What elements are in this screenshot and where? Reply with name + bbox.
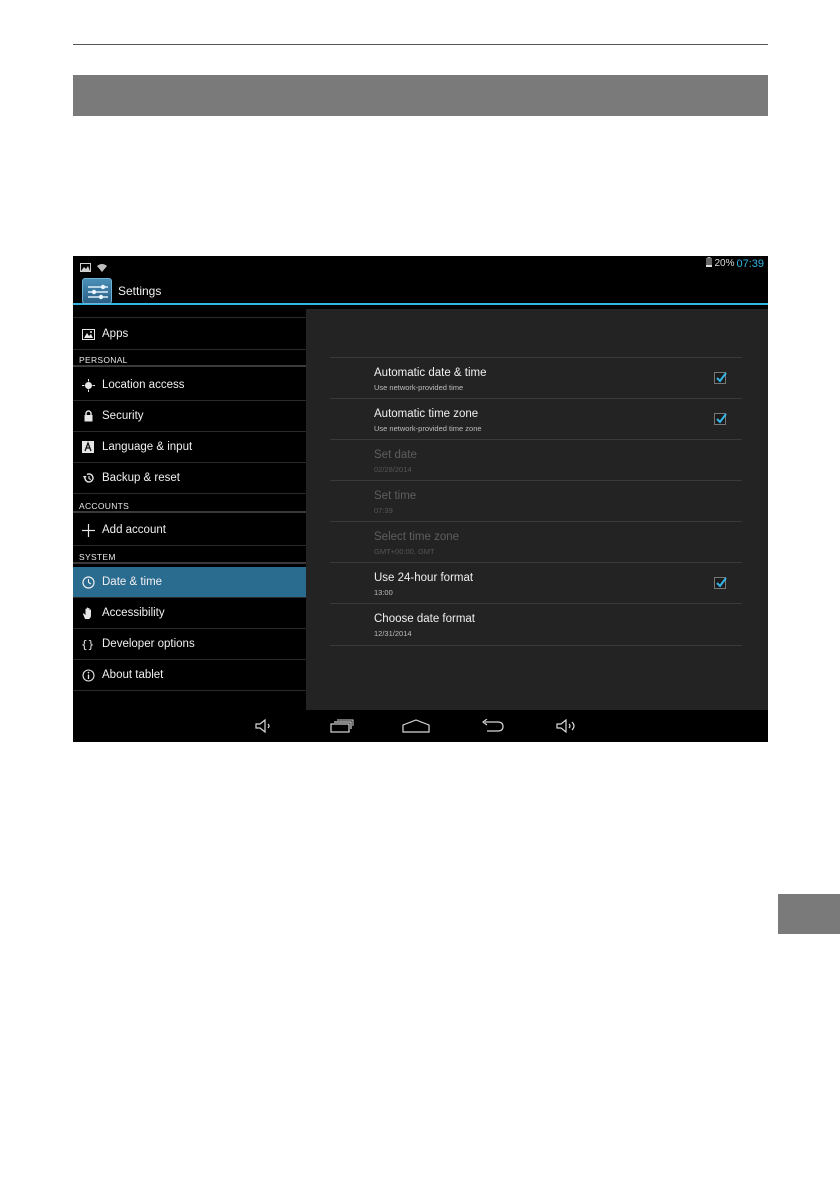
- setting-title: Use 24-hour format: [374, 572, 474, 584]
- sidebar-item-partial[interactable]: [73, 307, 306, 318]
- location-icon: [81, 378, 95, 392]
- sidebar-item-label: Accessibility: [102, 607, 165, 619]
- section-header-system: SYSTEM: [73, 548, 306, 564]
- sidebar-item-developer-options[interactable]: {} Developer options: [73, 629, 306, 660]
- sidebar-item-label: About tablet: [102, 669, 164, 681]
- select-time-zone-row: Select time zone GMT+00:00, GMT: [330, 521, 742, 562]
- chapter-side-tab: [778, 894, 840, 934]
- sidebar-item-security[interactable]: Security: [73, 401, 306, 432]
- settings-sliders-icon[interactable]: [82, 278, 112, 304]
- home-icon[interactable]: [402, 718, 430, 734]
- sidebar-item-label: Apps: [102, 328, 129, 340]
- action-bar: Settings: [73, 272, 768, 305]
- automatic-date-time-checkbox[interactable]: [714, 372, 727, 384]
- sidebar-item-label: Add account: [102, 524, 166, 536]
- clock-time: 07:39: [736, 257, 764, 270]
- sidebar-item-add-account[interactable]: Add account: [73, 515, 306, 546]
- sidebar-item-label: Location access: [102, 379, 185, 391]
- backup-icon: [81, 471, 95, 485]
- apps-icon: [81, 327, 95, 341]
- setting-summary: 07:39: [374, 506, 393, 515]
- automatic-time-zone-checkbox[interactable]: [714, 413, 727, 425]
- app-title: Settings: [118, 284, 162, 298]
- navigation-bar: [73, 710, 768, 742]
- section-header-accounts: ACCOUNTS: [73, 497, 306, 513]
- use-24-hour-format-checkbox[interactable]: [714, 577, 727, 589]
- setting-summary: Use network-provided time: [374, 383, 464, 392]
- date-time-settings-pane: Automatic date & time Use network-provid…: [306, 309, 768, 710]
- automatic-date-time-row[interactable]: Automatic date & time Use network-provid…: [330, 357, 742, 398]
- sidebar-item-date-time[interactable]: Date & time: [73, 567, 306, 598]
- svg-text:{}: {}: [81, 638, 94, 650]
- sidebar-item-label: Date & time: [102, 576, 163, 588]
- lock-icon: [81, 409, 95, 423]
- automatic-time-zone-row[interactable]: Automatic time zone Use network-provided…: [330, 398, 742, 439]
- clock-icon: [81, 575, 95, 589]
- setting-summary: Use network-provided time zone: [374, 424, 482, 433]
- sidebar-item-language-input[interactable]: Language & input: [73, 432, 306, 463]
- settings-category-list: Apps PERSONAL Location access Security L…: [73, 307, 306, 710]
- status-bar: 20% 07:39: [73, 256, 768, 272]
- battery-icon: [706, 257, 713, 270]
- sidebar-item-about-tablet[interactable]: About tablet: [73, 660, 306, 691]
- section-header-personal: PERSONAL: [73, 351, 306, 367]
- plus-icon: [81, 523, 95, 537]
- setting-summary: 13:00: [374, 588, 393, 597]
- setting-title: Set date: [374, 449, 417, 461]
- choose-date-format-row[interactable]: Choose date format 12/31/2014: [330, 603, 742, 644]
- setting-summary: 02/28/2014: [374, 465, 412, 474]
- braces-icon: {}: [81, 637, 95, 651]
- recent-apps-icon[interactable]: [329, 718, 355, 734]
- volume-down-icon[interactable]: [253, 718, 275, 734]
- info-icon: [81, 668, 95, 682]
- setting-title: Automatic time zone: [374, 408, 479, 420]
- language-icon: [81, 440, 95, 454]
- section-header-band: [73, 75, 768, 116]
- back-icon[interactable]: [479, 718, 505, 734]
- use-24-hour-format-row[interactable]: Use 24-hour format 13:00: [330, 562, 742, 603]
- sidebar-item-label: Security: [102, 410, 144, 422]
- sidebar-item-accessibility[interactable]: Accessibility: [73, 598, 306, 629]
- sidebar-item-apps[interactable]: Apps: [73, 319, 306, 350]
- sidebar-item-label: Developer options: [102, 638, 195, 650]
- setting-title: Select time zone: [374, 531, 460, 543]
- sidebar-item-label: Backup & reset: [102, 472, 180, 484]
- sidebar-item-backup-reset[interactable]: Backup & reset: [73, 463, 306, 494]
- hand-icon: [81, 606, 95, 620]
- page-top-rule: [73, 44, 768, 45]
- set-time-row: Set time 07:39: [330, 480, 742, 521]
- setting-title: Set time: [374, 490, 417, 502]
- setting-summary: 12/31/2014: [374, 629, 412, 638]
- battery-percent: 20%: [714, 258, 735, 269]
- set-date-row: Set date 02/28/2014: [330, 439, 742, 480]
- sidebar-item-location-access[interactable]: Location access: [73, 370, 306, 401]
- setting-title: Automatic date & time: [374, 367, 487, 379]
- setting-title: Choose date format: [374, 613, 476, 625]
- list-divider: [330, 645, 742, 646]
- tablet-screen: 20% 07:39 Settings Apps PERSONAL Locatio…: [73, 256, 768, 742]
- sidebar-item-label: Language & input: [102, 441, 193, 453]
- setting-summary: GMT+00:00, GMT: [374, 547, 435, 556]
- volume-up-icon[interactable]: [555, 718, 579, 734]
